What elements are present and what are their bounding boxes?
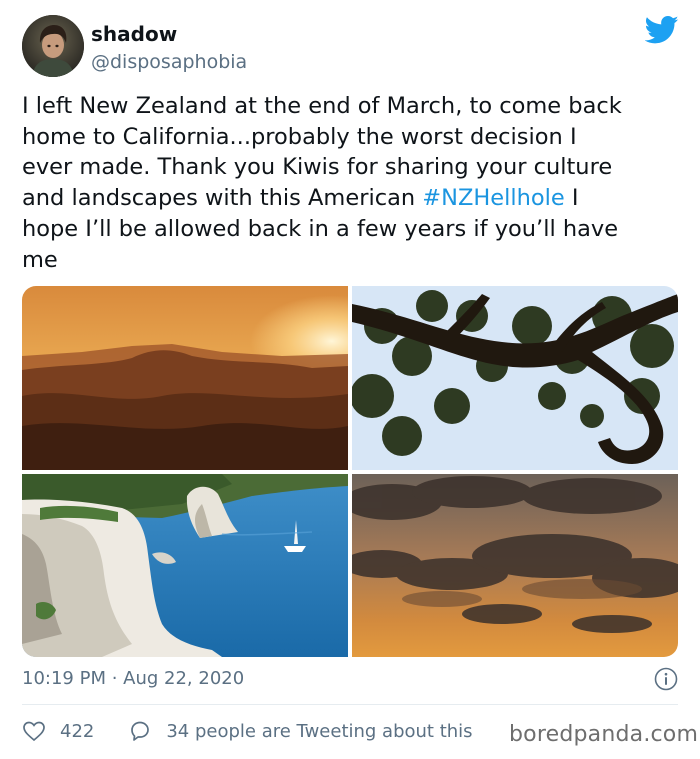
tweet-text-segment: I xyxy=(564,185,579,212)
speech-bubble-icon xyxy=(131,721,150,741)
tweet-actions: 422 34 people are Tweeting about this xyxy=(22,718,473,744)
cloudy-sunset-photo[interactable] xyxy=(352,474,678,657)
tweet-text-segment: and landscapes with this American xyxy=(22,185,423,212)
twitter-bird-icon[interactable] xyxy=(644,15,679,45)
like-button[interactable]: 422 xyxy=(22,719,94,743)
timestamp-separator: · xyxy=(105,668,124,689)
conversation-link[interactable]: 34 people are Tweeting about this xyxy=(128,719,473,743)
display-name[interactable]: shadow xyxy=(91,22,247,46)
tweet-line: hope I’ll be allowed back in a few years… xyxy=(22,215,619,242)
tweet-card: shadow @disposaphobia I left New Zealand… xyxy=(0,0,700,759)
tweet-line: I left New Zealand at the end of March, … xyxy=(22,93,622,119)
conversation-text: 34 people are Tweeting about this xyxy=(166,720,473,742)
tweet-time[interactable]: 10:19 PM xyxy=(22,668,106,689)
watermark: boredpanda.com xyxy=(505,722,699,747)
tweet-line: home to California...probably the worst … xyxy=(22,123,577,150)
divider xyxy=(22,704,678,705)
hashtag-link[interactable]: #NZHellhole xyxy=(422,185,564,211)
tweet-date[interactable]: Aug 22, 2020 xyxy=(123,668,244,689)
like-count: 422 xyxy=(60,720,95,742)
heart-icon xyxy=(23,721,45,742)
tweet-line: me xyxy=(22,246,58,273)
tree-branch-photo[interactable] xyxy=(352,286,678,470)
user-names: shadow @disposaphobia xyxy=(91,22,247,74)
media-grid xyxy=(22,286,678,657)
coastal-cliffs-photo[interactable] xyxy=(22,474,348,657)
tweet-line: and landscapes with this American #NZHel… xyxy=(22,183,692,214)
info-icon[interactable] xyxy=(654,667,678,691)
avatar-photo xyxy=(22,15,84,77)
tweet-text: I left New Zealand at the end of March, … xyxy=(22,91,692,275)
avatar[interactable] xyxy=(22,15,84,77)
tweet-line: ever made. Thank you Kiwis for sharing y… xyxy=(22,154,613,181)
user-handle[interactable]: @disposaphobia xyxy=(91,50,247,74)
sunset-hills-photo[interactable] xyxy=(22,286,348,470)
tweet-timestamp: 10:19 PM · Aug 22, 2020 xyxy=(22,667,244,691)
